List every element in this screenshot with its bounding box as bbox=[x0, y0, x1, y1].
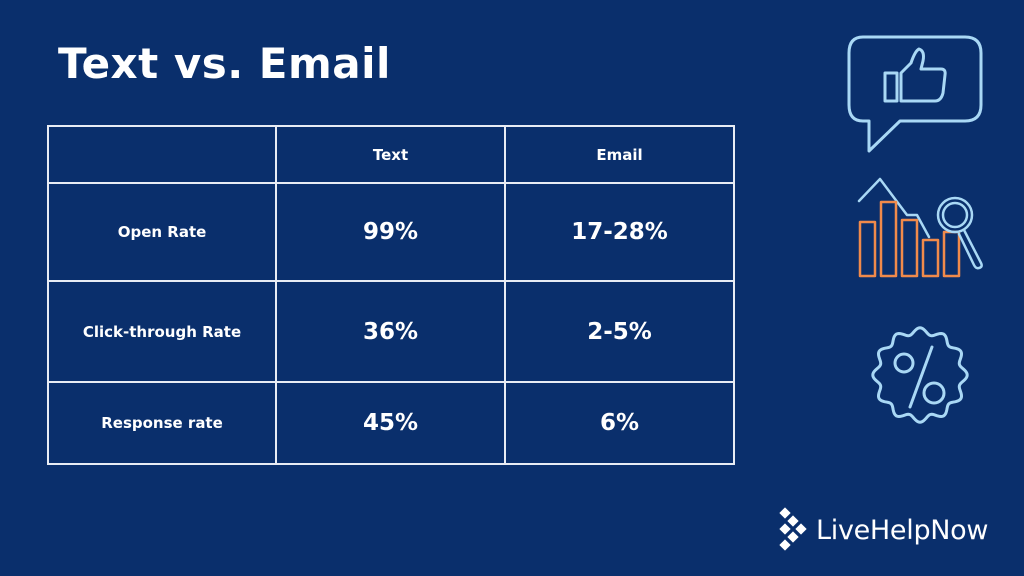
table-row: Click-through Rate 36% 2-5% bbox=[47, 280, 735, 383]
badge-outline bbox=[871, 326, 969, 424]
comparison-table: Text Email Open Rate 99% 17-28% Click-th… bbox=[47, 125, 735, 465]
table-row: Open Rate 99% 17-28% bbox=[47, 182, 735, 282]
header-text: Text bbox=[275, 125, 506, 184]
text-value: 36% bbox=[275, 280, 506, 383]
thumbs-up-speech-bubble-icon bbox=[847, 35, 983, 153]
row-label: Response rate bbox=[47, 381, 277, 465]
header-empty bbox=[47, 125, 277, 184]
email-value: 6% bbox=[504, 381, 735, 465]
row-label: Open Rate bbox=[47, 182, 277, 282]
row-label: Click-through Rate bbox=[47, 280, 277, 383]
email-value: 17-28% bbox=[504, 182, 735, 282]
livehelpnow-logo: LiveHelpNow bbox=[778, 507, 988, 553]
page-title: Text vs. Email bbox=[58, 39, 391, 88]
brand-name: LiveHelpNow bbox=[816, 514, 989, 546]
bar-chart-magnifier-icon bbox=[857, 177, 983, 278]
email-value: 2-5% bbox=[504, 280, 735, 383]
percent-badge-icon bbox=[871, 326, 969, 424]
text-value: 45% bbox=[275, 381, 506, 465]
livehelpnow-logo-mark-icon bbox=[779, 507, 807, 551]
header-email: Email bbox=[504, 125, 735, 184]
table-row: Response rate 45% 6% bbox=[47, 381, 735, 465]
table-header-row: Text Email bbox=[47, 125, 735, 184]
text-value: 99% bbox=[275, 182, 506, 282]
